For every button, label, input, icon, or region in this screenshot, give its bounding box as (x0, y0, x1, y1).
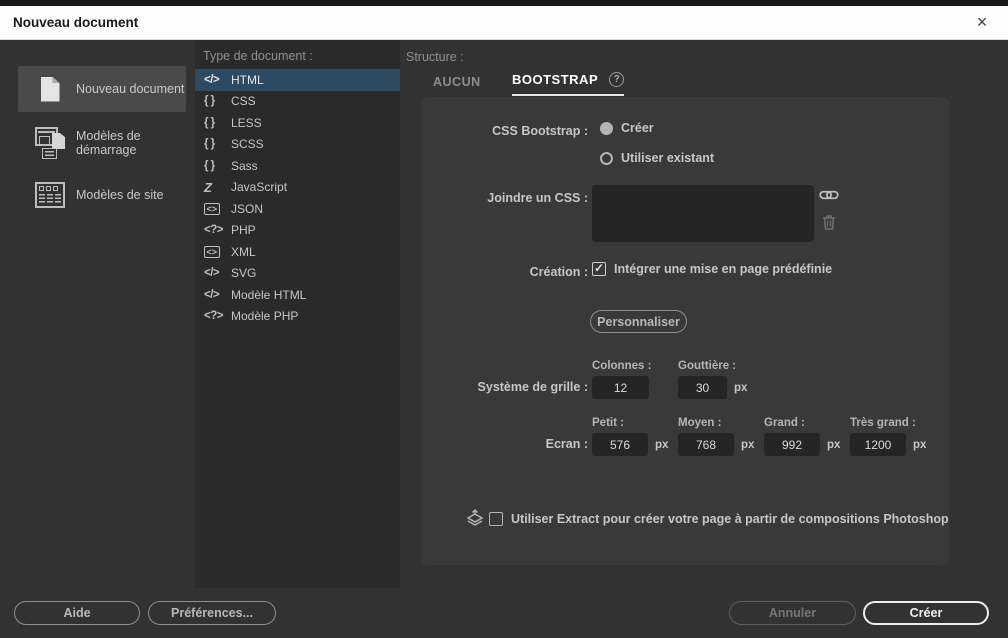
doc-type-label: JavaScript (231, 180, 287, 194)
boxed-code-icon: <> (204, 203, 231, 215)
dialog-title: Nouveau document (13, 15, 138, 30)
sidebar-item-label: Modèles de site (76, 188, 164, 202)
gouttiere-unit: px (734, 382, 747, 394)
doc-type-column: Type de document : </> HTML { } CSS { } … (195, 40, 400, 588)
trash-icon (822, 214, 836, 230)
braces-icon: { } (204, 117, 231, 129)
bootstrap-form-panel: CSS Bootstrap : Créer Utiliser existant … (421, 97, 949, 565)
braces-icon: { } (204, 160, 231, 172)
structure-header: Structure : (406, 50, 464, 64)
doc-type-css[interactable]: { } CSS (195, 91, 400, 113)
doc-type-label: Sass (231, 159, 258, 173)
checkbox-integrer-mise-en-page[interactable]: Intégrer une mise en page prédéfinie (592, 262, 832, 276)
moyen-input[interactable] (678, 433, 734, 456)
doc-type-list: </> HTML { } CSS { } LESS { } SCSS { } (195, 69, 400, 327)
aide-button[interactable]: Aide (14, 601, 140, 625)
doc-type-label: Modèle HTML (231, 288, 306, 302)
attach-css-label: Joindre un CSS : (421, 191, 588, 205)
grand-input[interactable] (764, 433, 820, 456)
moyen-label: Moyen : (678, 417, 721, 429)
braces-icon: { } (204, 138, 231, 150)
doc-type-svg[interactable]: </> SVG (195, 263, 400, 285)
unchecked-checkbox-icon (489, 512, 503, 526)
boxed-code-icon: <> (204, 246, 231, 258)
petit-input[interactable] (592, 433, 648, 456)
checked-checkbox-icon (592, 262, 606, 276)
doc-type-modele-php[interactable]: <?> Modèle PHP (195, 306, 400, 328)
close-icon[interactable]: × (966, 6, 998, 39)
doc-type-label: JSON (231, 202, 263, 216)
tab-aucun[interactable]: AUCUN (433, 72, 481, 89)
annuler-button[interactable]: Annuler (729, 601, 856, 625)
help-icon[interactable]: ? (609, 72, 624, 87)
php-tag-icon: <?> (204, 310, 231, 322)
tab-bootstrap-label: BOOTSTRAP (512, 72, 598, 87)
php-tag-icon: <?> (204, 224, 231, 236)
delete-css-button[interactable] (822, 214, 836, 230)
colonnes-label: Colonnes : (592, 360, 651, 372)
tres-grand-input[interactable] (850, 433, 906, 456)
doc-type-modele-html[interactable]: </> Modèle HTML (195, 284, 400, 306)
radio-utiliser-existant[interactable]: Utiliser existant (600, 151, 714, 165)
code-tag-icon: </> (204, 267, 231, 279)
css-bootstrap-label: CSS Bootstrap : (421, 124, 588, 138)
sidebar-item-modeles-site[interactable]: Modèles de site (18, 172, 190, 218)
petit-label: Petit : (592, 417, 624, 429)
extract-layers-icon (465, 509, 485, 529)
document-icon (34, 77, 66, 102)
code-tag-icon: </> (204, 289, 231, 301)
sidebar-item-label: Nouveau document (76, 82, 184, 96)
gouttiere-label: Gouttière : (678, 360, 736, 372)
doc-type-label: LESS (231, 116, 262, 130)
sidebar-item-nouveau-document[interactable]: Nouveau document (18, 66, 186, 112)
script-icon: Z (204, 180, 231, 195)
grand-label: Grand : (764, 417, 805, 429)
doc-type-label: SCSS (231, 137, 264, 151)
tres-grand-label: Très grand : (850, 417, 916, 429)
sidebar-item-label: Modèles de démarrage (76, 129, 190, 157)
gouttiere-input[interactable] (678, 376, 727, 399)
sidebar-item-modeles-demarrage[interactable]: Modèles de démarrage (18, 120, 190, 166)
radio-creer[interactable]: Créer (600, 121, 654, 135)
link-css-button[interactable] (819, 188, 839, 202)
doc-type-label: HTML (231, 73, 264, 87)
doc-type-json[interactable]: <> JSON (195, 198, 400, 220)
doc-type-sass[interactable]: { } Sass (195, 155, 400, 177)
doc-type-label: Modèle PHP (231, 309, 298, 323)
ecran-label: Ecran : (421, 437, 588, 451)
code-tag-icon: </> (204, 74, 231, 86)
dialog-body: Nouveau document Modèles de démarrage Mo… (0, 40, 1008, 638)
doc-type-header: Type de document : (203, 49, 313, 63)
colonnes-input[interactable] (592, 376, 649, 399)
attach-css-input[interactable] (592, 185, 814, 242)
braces-icon: { } (204, 95, 231, 107)
doc-type-label: SVG (231, 266, 256, 280)
doc-type-label: XML (231, 245, 256, 259)
doc-type-label: PHP (231, 223, 256, 237)
systeme-grille-label: Système de grille : (421, 380, 588, 394)
doc-type-scss[interactable]: { } SCSS (195, 134, 400, 156)
checkbox-utiliser-extract[interactable]: Utiliser Extract pour créer votre page à… (489, 512, 949, 526)
doc-type-html[interactable]: </> HTML (195, 69, 400, 91)
preferences-button[interactable]: Préférences... (148, 601, 276, 625)
new-document-dialog: Nouveau document × Nouveau document Modè… (0, 0, 1008, 638)
radio-selected-icon (600, 122, 613, 135)
doc-type-label: CSS (231, 94, 256, 108)
dialog-titlebar: Nouveau document × (0, 6, 1008, 40)
creation-label: Création : (421, 265, 588, 279)
doc-type-javascript[interactable]: Z JavaScript (195, 177, 400, 199)
personnaliser-button[interactable]: Personnaliser (590, 310, 687, 333)
doc-type-less[interactable]: { } LESS (195, 112, 400, 134)
creer-button[interactable]: Créer (863, 601, 989, 625)
doc-type-php[interactable]: <?> PHP (195, 220, 400, 242)
site-templates-icon (34, 182, 66, 208)
starter-templates-icon (34, 127, 66, 159)
tab-bootstrap[interactable]: BOOTSTRAP ? (512, 72, 624, 96)
link-icon (819, 188, 839, 202)
doc-type-xml[interactable]: <> XML (195, 241, 400, 263)
radio-unselected-icon (600, 152, 613, 165)
